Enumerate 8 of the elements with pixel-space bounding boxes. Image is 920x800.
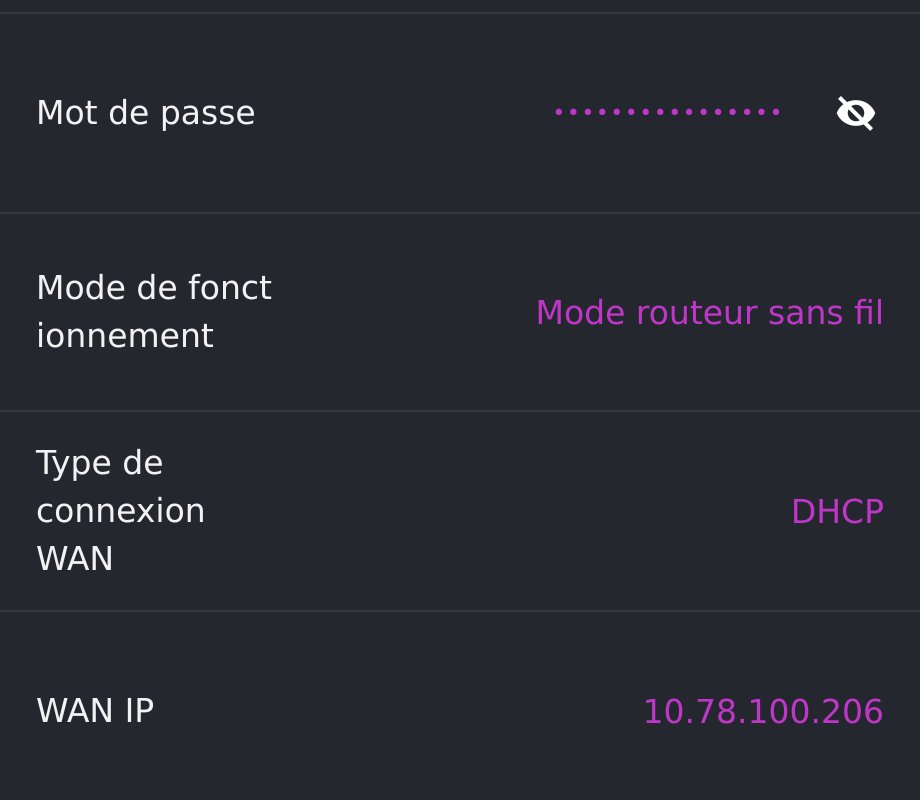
setting-value[interactable]: DHCP bbox=[790, 492, 884, 530]
setting-value[interactable]: Mode routeur sans fil bbox=[535, 292, 884, 332]
setting-label: Mot de passe bbox=[36, 92, 256, 134]
setting-label: Type de connexion WAN bbox=[36, 442, 206, 580]
password-value: •••••••••••••••• bbox=[552, 100, 784, 126]
setting-value[interactable]: 10.78.100.206 bbox=[642, 692, 884, 730]
setting-label: WAN IP bbox=[36, 690, 154, 732]
setting-label: Mode de fonct ionnement bbox=[36, 267, 272, 357]
